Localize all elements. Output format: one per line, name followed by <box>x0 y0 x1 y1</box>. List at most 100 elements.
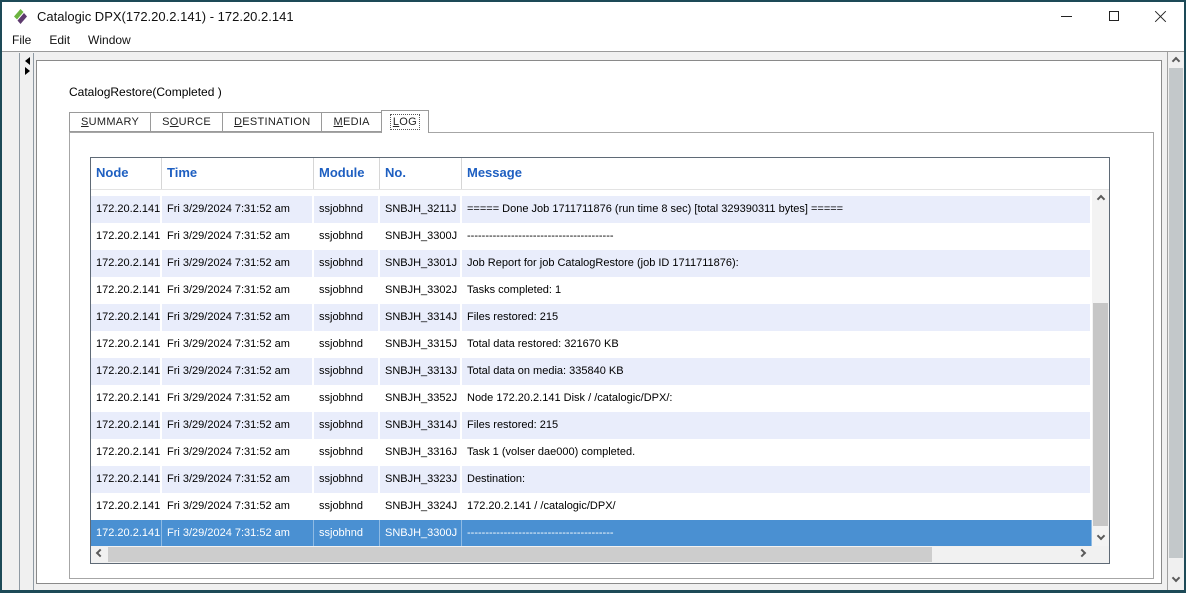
horizontal-scroll-thumb[interactable] <box>108 547 932 562</box>
log-row[interactable]: 172.20.2.141 Fri 3/29/2024 7:31:52 am ss… <box>91 304 1092 331</box>
cell-time: Fri 3/29/2024 7:31:52 am <box>162 304 314 331</box>
tab-label-mnemonic: S <box>81 116 89 128</box>
log-rows: 172.20.2.141 Fri 3/29/2024 7:31:52 am ss… <box>91 190 1092 546</box>
cell-time: Fri 3/29/2024 7:31:52 am <box>162 223 314 250</box>
window-vertical-scrollbar[interactable] <box>1167 52 1184 590</box>
left-panel-strip <box>2 53 20 590</box>
log-table-body: 172.20.2.141 Fri 3/29/2024 7:31:52 am ss… <box>91 190 1109 546</box>
job-detail-panel: CatalogRestore(Completed ) SUMMARY SOURC… <box>36 60 1162 584</box>
scroll-up-button[interactable] <box>1092 190 1109 206</box>
chevron-down-icon <box>1096 532 1104 540</box>
table-vertical-scrollbar[interactable] <box>1092 190 1109 546</box>
cell-node: 172.20.2.141 <box>91 331 162 358</box>
scroll-down-button[interactable] <box>1092 530 1109 546</box>
cell-module: ssjobhnd <box>314 304 380 331</box>
cell-module: ssjobhnd <box>314 223 380 250</box>
cell-node: 172.20.2.141 <box>91 466 162 493</box>
cell-node: 172.20.2.141 <box>91 520 162 546</box>
collapse-left-icon[interactable] <box>25 57 30 65</box>
cell-time: Fri 3/29/2024 7:31:52 am <box>162 196 314 223</box>
cell-time: Fri 3/29/2024 7:31:52 am <box>162 466 314 493</box>
cell-no: SNBJH_3323J <box>380 466 462 493</box>
table-horizontal-scrollbar[interactable] <box>91 546 1092 563</box>
cell-node: 172.20.2.141 <box>91 196 162 223</box>
log-row[interactable]: 172.20.2.141 Fri 3/29/2024 7:31:52 am ss… <box>91 412 1092 439</box>
log-row[interactable]: 172.20.2.141 Fri 3/29/2024 7:31:52 am ss… <box>91 385 1092 412</box>
log-row[interactable]: 172.20.2.141 Fri 3/29/2024 7:31:52 am ss… <box>91 439 1092 466</box>
window-controls <box>1043 2 1184 30</box>
column-header-time[interactable]: Time <box>162 158 314 189</box>
cell-time: Fri 3/29/2024 7:31:52 am <box>162 439 314 466</box>
maximize-icon <box>1109 11 1119 21</box>
cell-message: Total data restored: 321670 KB <box>462 331 1092 358</box>
column-header-node[interactable]: Node <box>91 158 162 189</box>
cell-message: Task 1 (volser dae000) completed. <box>462 439 1092 466</box>
log-row[interactable]: 172.20.2.141 Fri 3/29/2024 7:31:52 am ss… <box>91 520 1092 546</box>
column-header-module[interactable]: Module <box>314 158 380 189</box>
close-icon <box>1154 10 1167 23</box>
cell-time: Fri 3/29/2024 7:31:52 am <box>162 520 314 546</box>
tab-destination[interactable]: DESTINATION <box>222 112 322 132</box>
cell-node: 172.20.2.141 <box>91 250 162 277</box>
maximize-button[interactable] <box>1090 2 1137 30</box>
scroll-right-button[interactable] <box>1076 546 1092 563</box>
menu-item-label: Window <box>88 33 131 47</box>
chevron-up-icon <box>1096 195 1104 203</box>
menubar: File Edit Window <box>2 30 1184 52</box>
menu-item-file[interactable]: File <box>3 30 40 51</box>
log-row[interactable]: 172.20.2.141 Fri 3/29/2024 7:31:52 am ss… <box>91 223 1092 250</box>
cell-message: Destination: <box>462 466 1092 493</box>
log-row[interactable]: 172.20.2.141 Fri 3/29/2024 7:31:52 am ss… <box>91 331 1092 358</box>
cell-module: ssjobhnd <box>314 196 380 223</box>
cell-no: SNBJH_3302J <box>380 277 462 304</box>
cell-message: Job Report for job CatalogRestore (job I… <box>462 250 1092 277</box>
panel-splitter[interactable] <box>21 53 34 590</box>
log-row[interactable]: 172.20.2.141 Fri 3/29/2024 7:31:52 am ss… <box>91 358 1092 385</box>
cell-message: ---------------------------------------- <box>462 520 1092 546</box>
cell-message: Files restored: 215 <box>462 304 1092 331</box>
chevron-up-icon <box>1172 57 1180 65</box>
tab-label-part: OG <box>399 116 417 128</box>
window-scroll-thumb[interactable] <box>1169 68 1183 558</box>
log-row[interactable]: 172.20.2.141 Fri 3/29/2024 7:31:52 am ss… <box>91 196 1092 223</box>
log-table-header: Node Time Module No. Message <box>91 158 1109 190</box>
vertical-scroll-thumb[interactable] <box>1093 303 1108 526</box>
cell-module: ssjobhnd <box>314 277 380 304</box>
window-scroll-up-button[interactable] <box>1168 52 1184 68</box>
titlebar[interactable]: Catalogic DPX(172.20.2.141) - 172.20.2.1… <box>2 2 1184 30</box>
tab-label-part: UMMARY <box>89 116 140 128</box>
cell-node: 172.20.2.141 <box>91 493 162 520</box>
tab-log[interactable]: LOG <box>381 110 429 133</box>
cell-no: SNBJH_3314J <box>380 412 462 439</box>
cell-time: Fri 3/29/2024 7:31:52 am <box>162 358 314 385</box>
chevron-right-icon <box>1078 549 1086 557</box>
minimize-button[interactable] <box>1043 2 1090 30</box>
cell-no: SNBJH_3352J <box>380 385 462 412</box>
tab-source[interactable]: SOURCE <box>150 112 223 132</box>
log-row[interactable]: 172.20.2.141 Fri 3/29/2024 7:31:52 am ss… <box>91 493 1092 520</box>
log-row[interactable]: 172.20.2.141 Fri 3/29/2024 7:31:52 am ss… <box>91 250 1092 277</box>
close-button[interactable] <box>1137 2 1184 30</box>
cell-no: SNBJH_3300J <box>380 520 462 546</box>
cell-no: SNBJH_3301J <box>380 250 462 277</box>
tab-label: SOURCE <box>160 115 213 129</box>
log-row[interactable]: 172.20.2.141 Fri 3/29/2024 7:31:52 am ss… <box>91 277 1092 304</box>
window-scroll-down-button[interactable] <box>1168 572 1184 588</box>
cell-message: 172.20.2.141 / /catalogic/DPX/ <box>462 493 1092 520</box>
scroll-left-button[interactable] <box>91 546 107 563</box>
cell-message: ===== Done Job 1711711876 (run time 8 se… <box>462 196 1092 223</box>
tab-summary[interactable]: SUMMARY <box>69 112 151 132</box>
tab-media[interactable]: MEDIA <box>321 112 381 132</box>
log-row[interactable]: 172.20.2.141 Fri 3/29/2024 7:31:52 am ss… <box>91 466 1092 493</box>
cell-no: SNBJH_3300J <box>380 223 462 250</box>
column-header-message[interactable]: Message <box>462 158 1109 189</box>
menu-item-edit[interactable]: Edit <box>40 30 79 51</box>
app-logo-icon[interactable] <box>12 8 29 25</box>
chevron-down-icon <box>1172 574 1180 582</box>
menu-item-window[interactable]: Window <box>79 30 140 51</box>
log-table: Node Time Module No. Message 172.20.2.14… <box>90 157 1110 564</box>
column-header-no[interactable]: No. <box>380 158 462 189</box>
tab-label-part: ESTINATION <box>242 116 310 128</box>
expand-right-icon[interactable] <box>25 67 30 75</box>
cell-time: Fri 3/29/2024 7:31:52 am <box>162 493 314 520</box>
